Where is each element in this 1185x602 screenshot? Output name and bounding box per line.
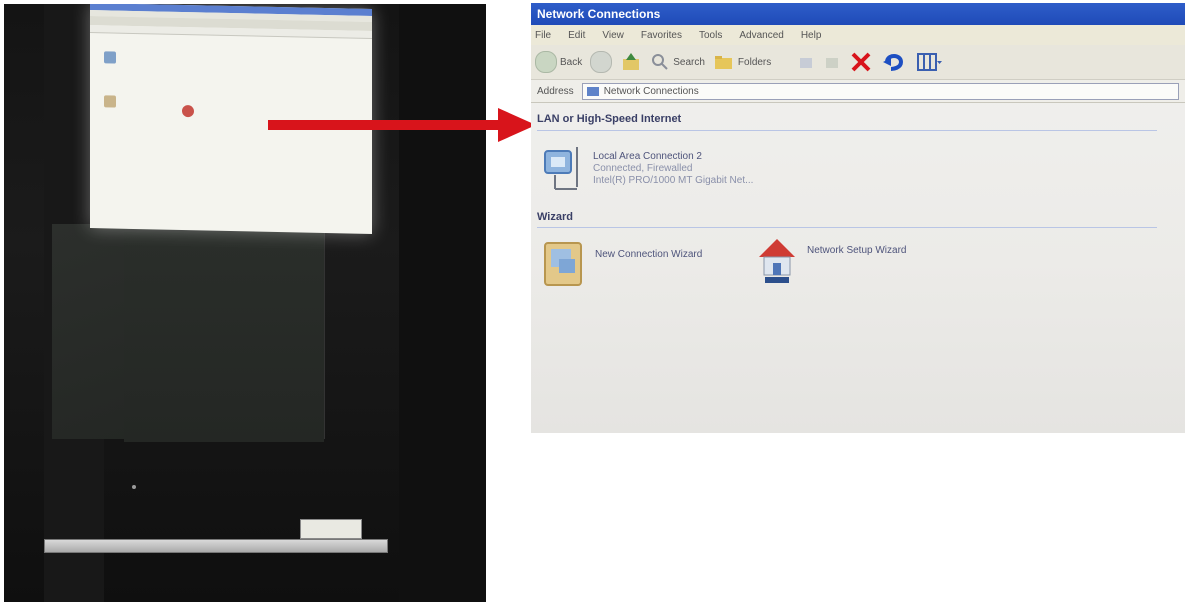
copy-to-icon (826, 58, 839, 68)
address-value: Network Connections (603, 85, 699, 97)
undo-icon (883, 54, 904, 71)
forward-button[interactable] (590, 51, 613, 73)
folders-button[interactable]: Folders (713, 53, 771, 71)
photo-indicator-light (132, 485, 136, 489)
connection-device: Intel(R) PRO/1000 MT Gigabit Net... (593, 175, 754, 186)
folders-label: Folders (737, 56, 772, 68)
projected-popup (300, 519, 362, 539)
projected-wizard-icon (104, 95, 116, 108)
network-setup-wizard-item[interactable]: Network Setup Wizard (755, 235, 906, 287)
folders-icon (714, 56, 732, 69)
folder-up-icon (623, 53, 640, 70)
group-divider (537, 130, 1157, 131)
red-arrow-icon (268, 108, 536, 142)
photo-inner-panel (124, 232, 324, 442)
window-title-bar: Network Connections (531, 3, 1185, 25)
window-title: Network Connections (537, 7, 661, 21)
menu-advanced[interactable]: Advanced (739, 30, 783, 41)
up-button[interactable] (620, 51, 642, 73)
new-connection-wizard-label: New Connection Wizard (595, 249, 703, 260)
group-wizard-title: Wizard (537, 211, 573, 223)
back-arrow-icon (535, 51, 557, 73)
search-button[interactable]: Search (650, 52, 705, 72)
address-input[interactable]: Network Connections (581, 82, 1179, 100)
menu-file[interactable]: File (535, 30, 551, 41)
copy-to-button[interactable] (823, 53, 841, 71)
search-label: Search (673, 56, 705, 68)
delete-x-icon (851, 52, 871, 72)
menu-edit[interactable]: Edit (568, 30, 585, 41)
connection-status: Connected, Firewalled (593, 163, 693, 174)
back-label: Back (560, 56, 583, 68)
menu-tools[interactable]: Tools (699, 30, 722, 41)
network-connection-icon (544, 147, 578, 190)
address-label: Address (537, 85, 574, 97)
network-setup-wizard-icon (759, 239, 795, 283)
photo-of-monitor (4, 4, 486, 602)
forward-arrow-icon (590, 51, 613, 73)
menu-help[interactable]: Help (801, 30, 822, 41)
photo-side-panel-right (399, 4, 486, 602)
menu-view[interactable]: View (602, 30, 624, 41)
undo-button[interactable] (881, 50, 907, 74)
projected-connection-icon (104, 51, 116, 64)
group-lan-title: LAN or High-Speed Internet (537, 113, 682, 125)
move-to-icon (800, 58, 813, 68)
search-icon (652, 54, 668, 70)
new-connection-wizard-item[interactable]: New Connection Wizard (541, 239, 702, 289)
connection-name: Local Area Connection 2 (593, 151, 702, 162)
move-to-button[interactable] (797, 53, 815, 71)
network-setup-wizard-label: Network Setup Wizard (807, 245, 907, 256)
address-bar: Address Network Connections (531, 80, 1185, 103)
projected-setup-icon (182, 104, 194, 118)
group-divider (537, 227, 1157, 228)
projected-taskbar (44, 539, 388, 553)
back-button[interactable]: Back (535, 51, 582, 73)
menu-bar: File Edit View Favorites Tools Advanced … (531, 25, 1185, 45)
views-button[interactable] (915, 51, 943, 73)
zoomed-window: Network Connections File Edit View Favor… (531, 3, 1185, 433)
toolbar: Back Search Folders (531, 45, 1185, 80)
views-icon (917, 53, 943, 71)
menu-favorites[interactable]: Favorites (641, 30, 682, 41)
local-area-connection-item[interactable]: Local Area Connection 2 Connected, Firew… (541, 143, 753, 195)
delete-button[interactable] (849, 50, 873, 74)
network-folder-icon (586, 87, 599, 96)
new-connection-wizard-icon (544, 242, 582, 286)
